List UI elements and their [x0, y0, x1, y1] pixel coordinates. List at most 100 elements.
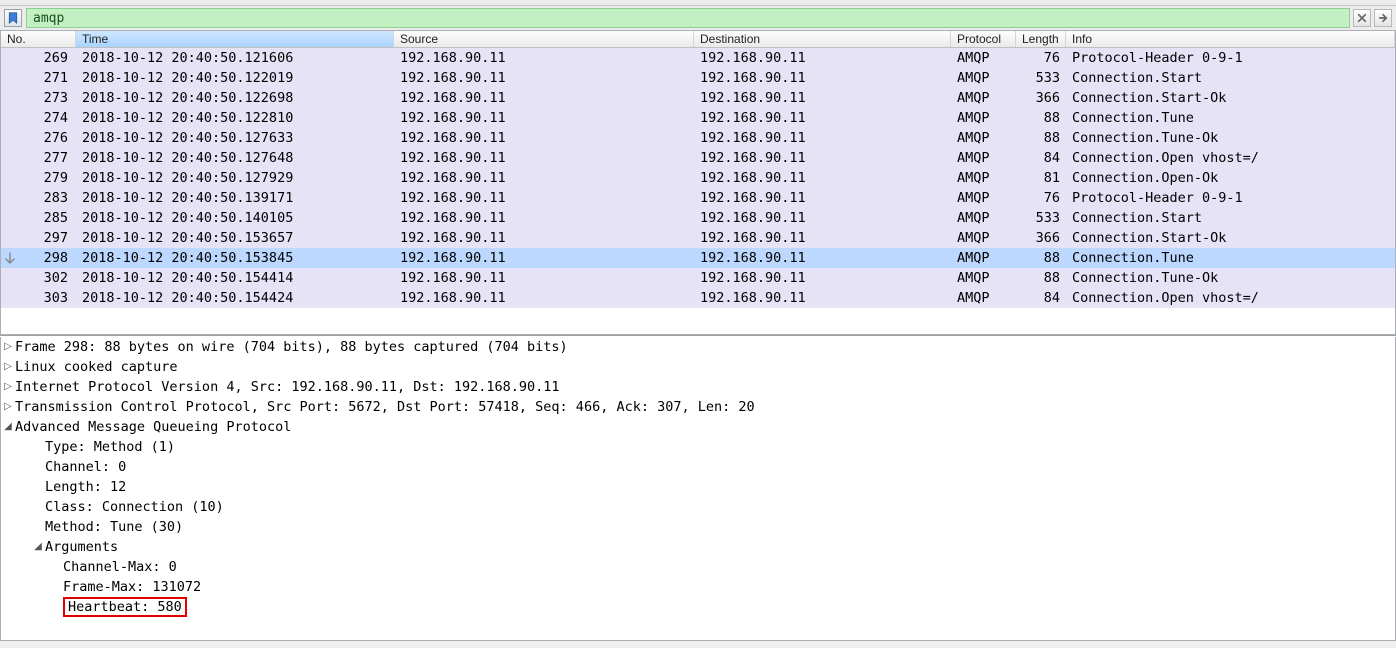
packet-info: Connection.Tune	[1066, 248, 1395, 268]
packet-protocol: AMQP	[951, 48, 1016, 68]
packet-no: 271	[1, 68, 76, 88]
detail-amqp[interactable]: Advanced Message Queueing Protocol	[15, 417, 291, 437]
packet-no: 277	[1, 148, 76, 168]
table-row[interactable]: 2792018-10-12 20:40:50.127929192.168.90.…	[1, 168, 1395, 188]
packet-source: 192.168.90.11	[394, 168, 694, 188]
table-row[interactable]: 2832018-10-12 20:40:50.139171192.168.90.…	[1, 188, 1395, 208]
packet-time: 2018-10-12 20:40:50.127648	[76, 148, 394, 168]
packet-info: Connection.Open vhost=/	[1066, 288, 1395, 308]
packet-no: 273	[1, 88, 76, 108]
packet-info: Connection.Tune-Ok	[1066, 268, 1395, 288]
packet-destination: 192.168.90.11	[694, 208, 951, 228]
table-row[interactable]: 2732018-10-12 20:40:50.122698192.168.90.…	[1, 88, 1395, 108]
packet-length: 366	[1016, 88, 1066, 108]
packet-protocol: AMQP	[951, 168, 1016, 188]
expand-icon[interactable]: ▷	[1, 397, 15, 417]
detail-linux[interactable]: Linux cooked capture	[15, 357, 178, 377]
packet-length: 84	[1016, 288, 1066, 308]
packet-time: 2018-10-12 20:40:50.139171	[76, 188, 394, 208]
col-header-info[interactable]: Info	[1066, 31, 1395, 47]
detail-channel[interactable]: Channel: 0	[45, 457, 126, 477]
packet-protocol: AMQP	[951, 108, 1016, 128]
expand-icon[interactable]: ▷	[1, 337, 15, 357]
packet-source: 192.168.90.11	[394, 208, 694, 228]
bookmark-filter-icon[interactable]	[4, 9, 22, 27]
packet-length: 84	[1016, 148, 1066, 168]
table-row[interactable]: 2762018-10-12 20:40:50.127633192.168.90.…	[1, 128, 1395, 148]
packet-time: 2018-10-12 20:40:50.122810	[76, 108, 394, 128]
packet-list-header: No. Time Source Destination Protocol Len…	[1, 31, 1395, 48]
packet-protocol: AMQP	[951, 148, 1016, 168]
packet-info: Connection.Tune	[1066, 108, 1395, 128]
detail-method[interactable]: Method: Tune (30)	[45, 517, 183, 537]
table-row[interactable]: 2772018-10-12 20:40:50.127648192.168.90.…	[1, 148, 1395, 168]
table-row[interactable]: 3022018-10-12 20:40:50.154414192.168.90.…	[1, 268, 1395, 288]
col-header-destination[interactable]: Destination	[694, 31, 951, 47]
packet-destination: 192.168.90.11	[694, 288, 951, 308]
col-header-no[interactable]: No.	[1, 31, 76, 47]
detail-frame[interactable]: Frame 298: 88 bytes on wire (704 bits), …	[15, 337, 568, 357]
table-row[interactable]: 2982018-10-12 20:40:50.153845192.168.90.…	[1, 248, 1395, 268]
packet-destination: 192.168.90.11	[694, 128, 951, 148]
display-filter-bar	[0, 6, 1396, 30]
packet-info: Connection.Tune-Ok	[1066, 128, 1395, 148]
col-header-protocol[interactable]: Protocol	[951, 31, 1016, 47]
packet-protocol: AMQP	[951, 208, 1016, 228]
detail-heartbeat[interactable]: Heartbeat: 580	[63, 597, 187, 617]
detail-type[interactable]: Type: Method (1)	[45, 437, 175, 457]
expand-icon[interactable]: ▷	[1, 357, 15, 377]
table-row[interactable]: 2972018-10-12 20:40:50.153657192.168.90.…	[1, 228, 1395, 248]
detail-tcp[interactable]: Transmission Control Protocol, Src Port:…	[15, 397, 755, 417]
packet-list-body[interactable]: 2692018-10-12 20:40:50.121606192.168.90.…	[1, 48, 1395, 308]
table-row[interactable]: 3032018-10-12 20:40:50.154424192.168.90.…	[1, 288, 1395, 308]
packet-time: 2018-10-12 20:40:50.140105	[76, 208, 394, 228]
clear-filter-button[interactable]	[1353, 9, 1371, 27]
col-header-length[interactable]: Length	[1016, 31, 1066, 47]
packet-protocol: AMQP	[951, 288, 1016, 308]
packet-protocol: AMQP	[951, 68, 1016, 88]
packet-length: 88	[1016, 108, 1066, 128]
packet-no: 276	[1, 128, 76, 148]
detail-arguments[interactable]: Arguments	[45, 537, 118, 557]
packet-details-pane[interactable]: ▷Frame 298: 88 bytes on wire (704 bits),…	[0, 337, 1396, 641]
packet-source: 192.168.90.11	[394, 108, 694, 128]
collapse-icon[interactable]: ◢	[31, 537, 45, 557]
packet-length: 533	[1016, 68, 1066, 88]
packet-source: 192.168.90.11	[394, 68, 694, 88]
packet-source: 192.168.90.11	[394, 128, 694, 148]
packet-length: 533	[1016, 208, 1066, 228]
packet-source: 192.168.90.11	[394, 228, 694, 248]
col-header-source[interactable]: Source	[394, 31, 694, 47]
packet-time: 2018-10-12 20:40:50.127929	[76, 168, 394, 188]
collapse-icon[interactable]: ◢	[1, 417, 15, 437]
detail-class[interactable]: Class: Connection (10)	[45, 497, 224, 517]
apply-filter-button[interactable]	[1374, 9, 1392, 27]
packet-protocol: AMQP	[951, 268, 1016, 288]
table-row[interactable]: 2712018-10-12 20:40:50.122019192.168.90.…	[1, 68, 1395, 88]
packet-destination: 192.168.90.11	[694, 228, 951, 248]
packet-info: Connection.Open-Ok	[1066, 168, 1395, 188]
packet-info: Connection.Start	[1066, 208, 1395, 228]
detail-channel-max[interactable]: Channel-Max: 0	[63, 557, 177, 577]
packet-protocol: AMQP	[951, 188, 1016, 208]
packet-time: 2018-10-12 20:40:50.154424	[76, 288, 394, 308]
packet-source: 192.168.90.11	[394, 268, 694, 288]
detail-ip[interactable]: Internet Protocol Version 4, Src: 192.16…	[15, 377, 560, 397]
packet-time: 2018-10-12 20:40:50.154414	[76, 268, 394, 288]
packet-source: 192.168.90.11	[394, 288, 694, 308]
display-filter-input[interactable]	[26, 8, 1350, 28]
detail-length[interactable]: Length: 12	[45, 477, 126, 497]
packet-protocol: AMQP	[951, 128, 1016, 148]
packet-destination: 192.168.90.11	[694, 168, 951, 188]
packet-no: 274	[1, 108, 76, 128]
packet-info: Protocol-Header 0-9-1	[1066, 48, 1395, 68]
table-row[interactable]: 2742018-10-12 20:40:50.122810192.168.90.…	[1, 108, 1395, 128]
packet-info: Protocol-Header 0-9-1	[1066, 188, 1395, 208]
packet-destination: 192.168.90.11	[694, 48, 951, 68]
expand-icon[interactable]: ▷	[1, 377, 15, 397]
col-header-time[interactable]: Time	[76, 31, 394, 47]
detail-frame-max[interactable]: Frame-Max: 131072	[63, 577, 201, 597]
packet-time: 2018-10-12 20:40:50.121606	[76, 48, 394, 68]
table-row[interactable]: 2692018-10-12 20:40:50.121606192.168.90.…	[1, 48, 1395, 68]
table-row[interactable]: 2852018-10-12 20:40:50.140105192.168.90.…	[1, 208, 1395, 228]
